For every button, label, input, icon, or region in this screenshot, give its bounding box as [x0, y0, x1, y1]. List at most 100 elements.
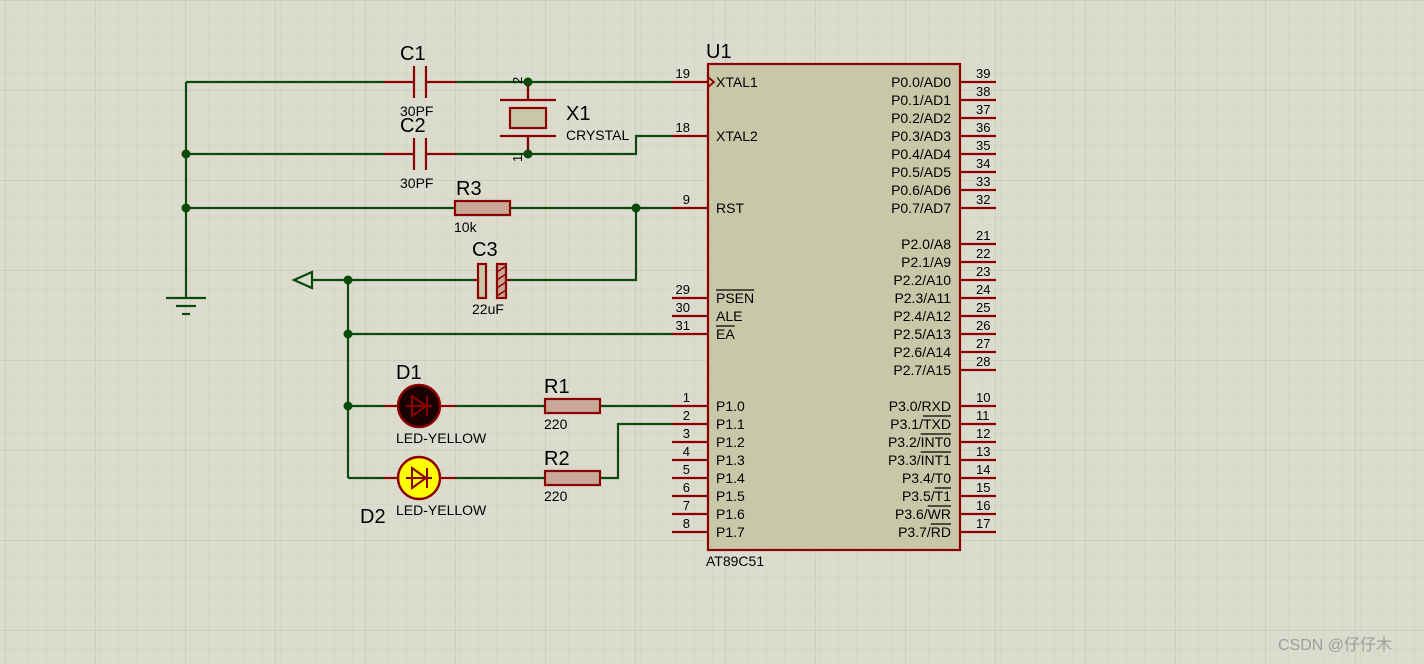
schematic-canvas: C1 30PF C2 30PF 2 1 X1 CRYSTAL R3 10k C3 [0, 0, 1424, 664]
pin-number: 12 [976, 426, 990, 441]
r3-ref: R3 [456, 178, 482, 200]
pin-number: 8 [683, 516, 690, 531]
pin-number: 21 [976, 228, 990, 243]
pin-name: P1.4 [716, 470, 745, 486]
pin-number: 17 [976, 516, 990, 531]
pin-name: P1.1 [716, 416, 745, 432]
pin-name: P1.3 [716, 452, 745, 468]
pin-name: P0.2/AD2 [891, 110, 951, 126]
pin-number: 15 [976, 480, 990, 495]
pin-name: P2.0/A8 [901, 236, 951, 252]
pin-number: 33 [976, 174, 990, 189]
d1-ref: D1 [396, 362, 422, 384]
x1-pin-top: 2 [510, 77, 525, 84]
pin-name: P0.3/AD3 [891, 128, 951, 144]
c3-value: 22uF [472, 301, 504, 317]
d2-ref: D2 [360, 506, 386, 528]
x1-pin-bottom: 1 [510, 155, 525, 162]
pin-name: P0.5/AD5 [891, 164, 951, 180]
pin-number: 10 [976, 390, 990, 405]
pin-number: 18 [676, 120, 690, 135]
d1-value: LED-YELLOW [396, 430, 487, 446]
pin-number: 27 [976, 336, 990, 351]
pin-number: 38 [976, 84, 990, 99]
pin-number: 13 [976, 444, 990, 459]
pin-number: 36 [976, 120, 990, 135]
r1-ref: R1 [544, 376, 570, 398]
pin-name: XTAL1 [716, 74, 758, 90]
pin-number: 29 [676, 282, 690, 297]
pin-name: P3.3/INT1 [888, 452, 951, 468]
pin-number: 35 [976, 138, 990, 153]
pin-name: ALE [716, 308, 742, 324]
pin-name: P2.3/A11 [894, 290, 951, 306]
pin-name: P1.7 [716, 524, 745, 540]
pin-name: RST [716, 200, 744, 216]
pin-name: P1.0 [716, 398, 745, 414]
pin-name: P0.4/AD4 [891, 146, 951, 162]
c2-value: 30PF [400, 175, 433, 191]
pin-name: P0.0/AD0 [891, 74, 951, 90]
pin-name: P2.4/A12 [893, 308, 951, 324]
pin-number: 11 [976, 408, 990, 423]
pin-name: EA [716, 326, 735, 342]
pin-name: P3.6/WR [895, 506, 951, 522]
pin-name: P3.2/INT0 [888, 434, 951, 450]
pin-number: 6 [683, 480, 690, 495]
pin-number: 26 [976, 318, 990, 333]
pin-number: 9 [683, 192, 690, 207]
c2-ref: C2 [400, 115, 426, 137]
schematic-svg: C1 30PF C2 30PF 2 1 X1 CRYSTAL R3 10k C3 [0, 0, 1424, 664]
pin-number: 31 [676, 318, 690, 333]
pin-number: 4 [683, 444, 690, 459]
d2-value: LED-YELLOW [396, 502, 487, 518]
r2-ref: R2 [544, 448, 570, 470]
pin-name: P0.1/AD1 [891, 92, 951, 108]
pin-name: P0.7/AD7 [891, 200, 951, 216]
pin-name: P0.6/AD6 [891, 182, 951, 198]
pin-number: 22 [976, 246, 990, 261]
pin-name: P3.7/RD [898, 524, 951, 540]
pin-number: 5 [683, 462, 690, 477]
pin-name: P1.6 [716, 506, 745, 522]
pin-number: 39 [976, 66, 990, 81]
x1-value: CRYSTAL [566, 127, 629, 143]
pin-name: P3.0/RXD [889, 398, 951, 414]
pin-name: P2.7/A15 [893, 362, 951, 378]
pin-number: 14 [976, 462, 990, 477]
pin-name: P2.1/A9 [901, 254, 951, 270]
pin-number: 7 [683, 498, 690, 513]
pin-name: P3.5/T1 [902, 488, 951, 504]
pin-number: 3 [683, 426, 690, 441]
pin-number: 23 [976, 264, 990, 279]
pin-name: XTAL2 [716, 128, 758, 144]
x1-ref: X1 [566, 103, 590, 125]
pin-name: P3.1/TXD [890, 416, 951, 432]
pin-number: 30 [676, 300, 690, 315]
pin-number: 1 [683, 390, 690, 405]
r3-value: 10k [454, 219, 478, 235]
pin-name: PSEN [716, 290, 754, 306]
pin-number: 16 [976, 498, 990, 513]
pin-number: 19 [676, 66, 690, 81]
pin-number: 28 [976, 354, 990, 369]
u1-part: AT89C51 [706, 553, 764, 569]
pin-number: 32 [976, 192, 990, 207]
pin-number: 34 [976, 156, 990, 171]
pin-name: P3.4/T0 [902, 470, 951, 486]
watermark: CSDN @仔仔木 [1278, 636, 1392, 654]
r2-value: 220 [544, 488, 568, 504]
c1-ref: C1 [400, 43, 426, 65]
pin-name: P2.2/A10 [893, 272, 951, 288]
pin-number: 25 [976, 300, 990, 315]
microcontroller-u1[interactable]: U1 AT89C51 19XTAL118XTAL29RST29PSEN30ALE… [672, 41, 996, 569]
u1-ref: U1 [706, 41, 732, 63]
pin-name: P1.2 [716, 434, 745, 450]
pin-number: 37 [976, 102, 990, 117]
c3-ref: C3 [472, 239, 498, 261]
pin-name: P2.6/A14 [893, 344, 951, 360]
r1-value: 220 [544, 416, 568, 432]
pin-name: P1.5 [716, 488, 745, 504]
pin-name: P2.5/A13 [893, 326, 951, 342]
pin-number: 2 [683, 408, 690, 423]
